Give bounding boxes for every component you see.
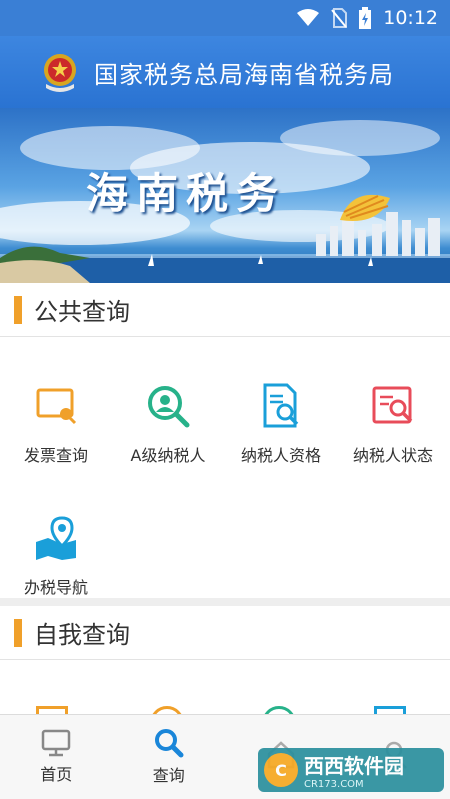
watermark-logo-icon: C — [264, 753, 298, 787]
tile-a-level-taxpayer[interactable]: A级纳税人 — [112, 382, 224, 466]
tile-label: 纳税人资格 — [240, 446, 321, 465]
public-query-grid: 发票查询 A级纳税人 纳税人资格 纳税人状态 办税导航 — [0, 338, 450, 598]
search-person-icon — [148, 386, 190, 428]
status-time: 10:12 — [383, 7, 438, 29]
shell-logo-icon — [340, 194, 390, 222]
map-pin-icon — [36, 516, 76, 560]
section-self-query: 自我查询 — [0, 606, 450, 660]
no-sim-icon — [331, 8, 348, 28]
app-header: 国家税务总局海南省税务局 — [0, 36, 450, 108]
tile-taxpayer-status[interactable]: 纳税人状态 — [337, 382, 449, 466]
report-search-icon — [372, 386, 413, 424]
section-divider — [0, 598, 450, 606]
tile-taxpayer-qualification[interactable]: 纳税人资格 — [225, 382, 337, 466]
section-public-query: 公共查询 — [0, 283, 450, 337]
search-icon — [154, 729, 184, 758]
section-accent-bar — [14, 618, 22, 647]
tile-tax-navigation[interactable]: 办税导航 — [0, 514, 112, 598]
tile-label: 纳税人状态 — [352, 446, 433, 465]
tab-home[interactable]: 首页 — [0, 715, 113, 799]
tile-label: 发票查询 — [23, 446, 88, 465]
watermark-text: 西西软件园 — [304, 754, 404, 778]
tax-emblem-icon — [44, 54, 76, 92]
status-bar: 10:12 — [0, 0, 450, 36]
watermark-subtext: CR173.COM — [304, 779, 364, 790]
tile-invoice-query[interactable]: 发票查询 — [0, 382, 112, 466]
tile-label: A级纳税人 — [130, 446, 206, 465]
tab-label: 首页 — [40, 765, 73, 784]
document-search-icon — [263, 383, 299, 428]
wifi-icon — [297, 9, 320, 26]
watermark-logo: C 西西软件园 CR173.COM — [258, 748, 444, 792]
tab-query[interactable]: 查询 — [113, 715, 226, 799]
section-title-public: 公共查询 — [34, 298, 130, 326]
tab-label: 查询 — [152, 766, 185, 785]
hero-banner: 海南税务 — [0, 108, 450, 283]
page-title: 国家税务总局海南省税务局 — [94, 60, 394, 89]
battery-charging-icon — [359, 7, 372, 29]
section-accent-bar — [14, 295, 22, 324]
invoice-icon — [36, 388, 77, 425]
monitor-icon — [42, 729, 71, 757]
tile-label: 办税导航 — [23, 578, 88, 597]
banner-text: 海南税务 — [86, 169, 287, 218]
section-title-self: 自我查询 — [34, 621, 130, 649]
